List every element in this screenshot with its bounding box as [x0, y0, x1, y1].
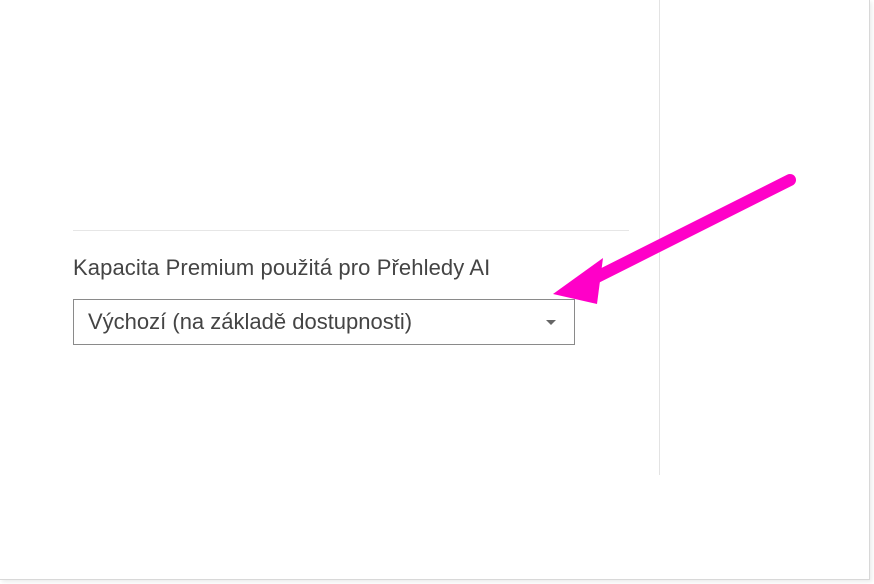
horizontal-divider	[73, 230, 629, 231]
capacity-dropdown-value: Výchozí (na základě dostupnosti)	[88, 309, 412, 335]
chevron-down-icon	[546, 320, 556, 325]
settings-panel-frame: Kapacita Premium použitá pro Přehledy AI…	[0, 0, 870, 580]
capacity-label: Kapacita Premium použitá pro Přehledy AI	[73, 255, 629, 281]
capacity-dropdown[interactable]: Výchozí (na základě dostupnosti)	[73, 299, 575, 345]
vertical-divider	[659, 0, 660, 475]
content-area: Kapacita Premium použitá pro Přehledy AI…	[73, 230, 629, 345]
